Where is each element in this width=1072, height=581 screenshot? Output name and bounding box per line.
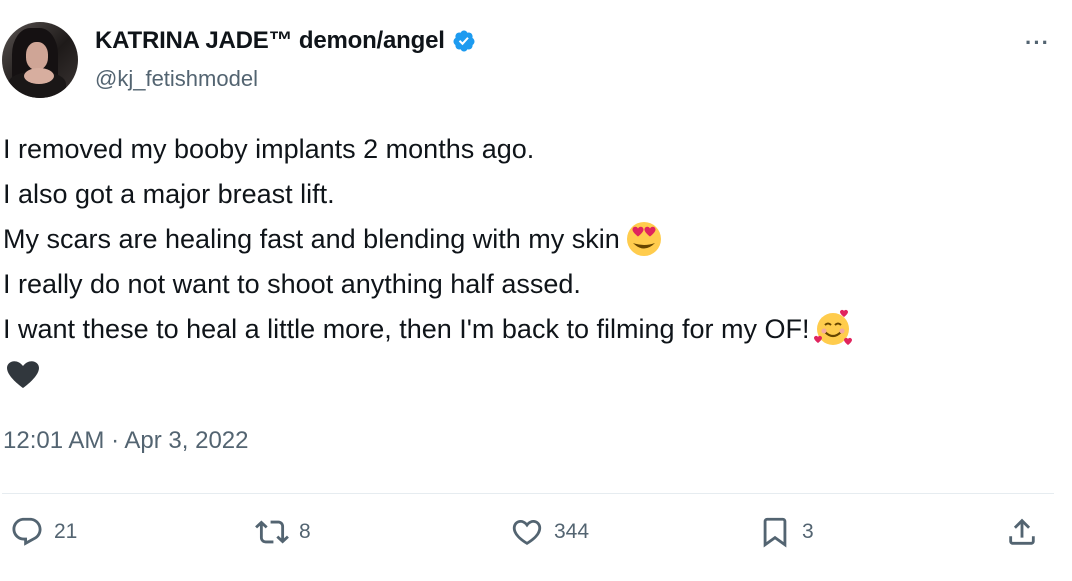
share-button[interactable] bbox=[1005, 515, 1039, 549]
more-options-icon[interactable]: ··· bbox=[1025, 30, 1050, 56]
bookmark-count: 3 bbox=[802, 520, 814, 543]
retweet-button[interactable]: 8 bbox=[255, 515, 311, 549]
retweet-count: 8 bbox=[299, 520, 311, 543]
bookmark-button[interactable]: 3 bbox=[758, 515, 814, 549]
tweet-timestamp[interactable]: 12:01 AM · Apr 3, 2022 bbox=[3, 427, 249, 455]
heart-eyes-emoji-icon bbox=[626, 221, 661, 256]
tweet-actions: 21 8 344 3 bbox=[0, 515, 1072, 565]
tweet-line-text: My scars are healing fast and blending w… bbox=[3, 224, 620, 254]
tweet-line: I also got a major breast lift. bbox=[3, 179, 335, 209]
verified-badge-icon bbox=[453, 30, 475, 52]
tweet-text: I removed my booby implants 2 months ago… bbox=[3, 127, 1063, 397]
tweet-line-with-emoji: I want these to heal a little more, then… bbox=[3, 307, 1063, 352]
author-handle[interactable]: @kj_fetishmodel bbox=[95, 66, 258, 92]
heart-icon bbox=[512, 519, 542, 545]
like-count: 344 bbox=[554, 520, 590, 543]
black-heart-emoji-icon bbox=[7, 361, 39, 388]
share-icon bbox=[1009, 518, 1035, 545]
tweet-line: I removed my booby implants 2 months ago… bbox=[3, 134, 535, 164]
tweet-line-text: I want these to heal a little more, then… bbox=[3, 314, 810, 344]
tweet-line-emoji-only bbox=[3, 352, 1063, 397]
tweet-line-with-emoji: My scars are healing fast and blending w… bbox=[3, 217, 1063, 262]
retweet-icon bbox=[255, 520, 289, 544]
display-name[interactable]: KATRINA JADE™ demon/angel bbox=[95, 27, 445, 55]
bookmark-icon bbox=[763, 517, 787, 548]
divider bbox=[2, 493, 1054, 494]
like-button[interactable]: 344 bbox=[510, 515, 589, 549]
avatar[interactable] bbox=[2, 22, 78, 98]
reply-count: 21 bbox=[54, 520, 78, 543]
reply-button[interactable]: 21 bbox=[10, 515, 77, 549]
tweet-line: I really do not want to shoot anything h… bbox=[3, 269, 581, 299]
author-name-row[interactable]: KATRINA JADE™ demon/angel bbox=[95, 27, 476, 55]
smiling-face-with-hearts-emoji-icon bbox=[814, 309, 853, 345]
reply-icon bbox=[12, 517, 42, 546]
